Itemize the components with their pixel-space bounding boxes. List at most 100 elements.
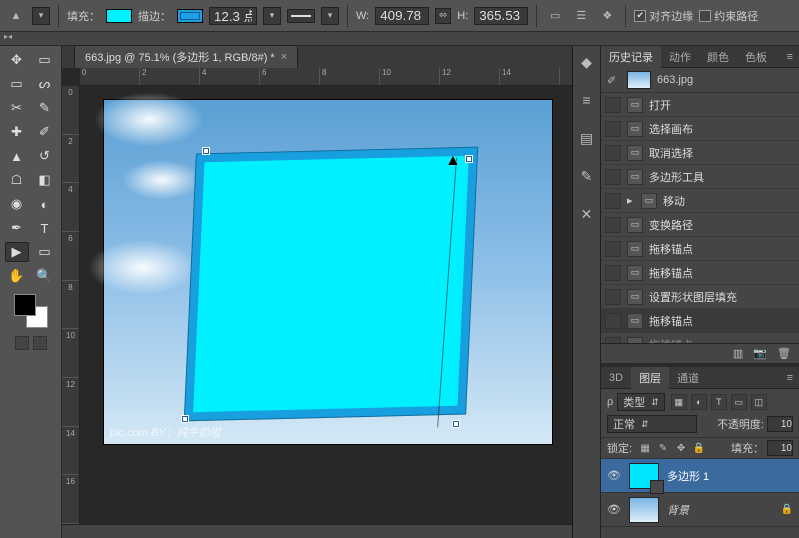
history-item[interactable]: ▭选择画布	[601, 117, 799, 141]
gradient-tool[interactable]: ◧	[33, 170, 57, 190]
lock-all-icon[interactable]: 🔒	[692, 441, 706, 455]
panel-menu-icon[interactable]: ≡	[781, 51, 799, 63]
stroke-style-dd[interactable]	[321, 7, 339, 25]
cursor-icon: ▲	[445, 152, 461, 170]
artboard-tool[interactable]: ▭	[33, 50, 57, 70]
blend-mode-dropdown[interactable]: 正常	[607, 415, 697, 433]
fill-opacity-field[interactable]	[767, 440, 793, 456]
tab-color[interactable]: 颜色	[699, 46, 737, 68]
polygon-shape[interactable]	[184, 147, 479, 422]
zoom-tool[interactable]: 🔍	[33, 266, 57, 286]
hand-tool[interactable]: ✋	[5, 266, 29, 286]
panel-icon[interactable]: ✕	[577, 204, 597, 224]
document-area: 663.jpg @ 75.1% (多边形 1, RGB/8#) *× 02468…	[62, 46, 573, 538]
history-item[interactable]: ▭变换路径	[601, 213, 799, 237]
panel-icon[interactable]: ≡	[577, 90, 597, 110]
visibility-icon[interactable]: 👁	[607, 503, 621, 516]
path-arrange-icon[interactable]: ❖	[597, 6, 617, 26]
width-field[interactable]	[375, 7, 429, 25]
stroke-width-dropdown[interactable]	[263, 7, 281, 25]
history-item[interactable]: ▭拖移锚点	[601, 333, 799, 343]
search-icon[interactable]: ρ	[607, 396, 613, 408]
stroke-width-field[interactable]	[209, 7, 257, 25]
path-select-tool[interactable]: ▶	[5, 242, 29, 262]
document-tab[interactable]: 663.jpg @ 75.1% (多边形 1, RGB/8#) *×	[74, 45, 298, 68]
canvas-viewport[interactable]: ▲ pic.com BY：纯牛奶啦	[80, 86, 572, 524]
constrain-path-checkbox[interactable]: 约束路径	[699, 8, 758, 24]
anchor-handle[interactable]	[182, 416, 188, 422]
path-ops-icon[interactable]: ▭	[545, 6, 565, 26]
history-item[interactable]: ▸▭移动	[601, 189, 799, 213]
link-wh-icon[interactable]: ⬄	[435, 8, 451, 24]
stroke-style-dropdown[interactable]	[287, 9, 315, 23]
visibility-icon[interactable]: 👁	[607, 469, 621, 482]
tab-layers[interactable]: 图层	[631, 367, 669, 389]
stamp-tool[interactable]: ▲	[5, 146, 29, 166]
stroke-swatch[interactable]	[177, 9, 203, 23]
tab-actions[interactable]: 动作	[661, 46, 699, 68]
layer-filter-kind-dropdown[interactable]: 类型	[617, 393, 665, 411]
quickmask-screenmode[interactable]	[15, 336, 47, 350]
history-item[interactable]: ▭拖移锚点	[601, 261, 799, 285]
layer-row[interactable]: 👁背景🔒	[601, 493, 799, 527]
new-doc-from-state-icon[interactable]: ▥	[733, 347, 743, 360]
align-edges-checkbox[interactable]: ✔对齐边缘	[634, 8, 693, 24]
canvas[interactable]: ▲ pic.com BY：纯牛奶啦	[104, 100, 552, 444]
history-item[interactable]: ▭设置形状图层填充	[601, 285, 799, 309]
filter-adjust-icon[interactable]: ◐	[691, 394, 707, 410]
layer-row[interactable]: 👁 多边形 1	[601, 459, 799, 493]
healing-tool[interactable]: ✚	[5, 122, 29, 142]
panel-icon[interactable]: ✎	[577, 166, 597, 186]
lock-image-icon[interactable]: ✎	[656, 441, 670, 455]
layer-list[interactable]: 👁多边形 1👁背景🔒	[601, 459, 799, 527]
pen-tool[interactable]: ✒	[5, 218, 29, 238]
layer-name[interactable]: 背景	[667, 502, 773, 518]
type-tool[interactable]: T	[33, 218, 57, 238]
close-icon[interactable]: ×	[281, 51, 287, 63]
snapshot-icon[interactable]: 📷	[753, 347, 767, 360]
brush-tool[interactable]: ✐	[33, 122, 57, 142]
foreground-background-swatch[interactable]	[14, 294, 48, 328]
tool-preset-dropdown[interactable]	[32, 7, 50, 25]
height-field[interactable]	[474, 7, 528, 25]
history-item[interactable]: ▭打开	[601, 93, 799, 117]
panel-icon[interactable]: ◆	[577, 52, 597, 72]
anchor-handle[interactable]	[203, 148, 209, 154]
options-expand-bar[interactable]: ▸◂	[0, 32, 799, 46]
history-list[interactable]: ▭打开▭选择画布▭取消选择▭多边形工具▸▭移动▭变换路径▭拖移锚点▭拖移锚点▭设…	[601, 93, 799, 343]
history-brush-tool[interactable]: ↺	[33, 146, 57, 166]
tab-3d[interactable]: 3D	[601, 369, 631, 387]
delete-icon[interactable]: 🗑	[777, 347, 791, 360]
filter-type-icon[interactable]: T	[711, 394, 727, 410]
shape-tool[interactable]: ▭	[33, 242, 57, 262]
filter-shape-icon[interactable]: ▭	[731, 394, 747, 410]
filter-smart-icon[interactable]: ◫	[751, 394, 767, 410]
crop-tool[interactable]: ✂	[5, 98, 29, 118]
marquee-tool[interactable]: ▭	[5, 74, 29, 94]
history-item[interactable]: ▭多边形工具	[601, 165, 799, 189]
history-item[interactable]: ▭拖移锚点	[601, 237, 799, 261]
filter-pixel-icon[interactable]: ▦	[671, 394, 687, 410]
anchor-handle[interactable]	[453, 421, 459, 427]
history-item[interactable]: ▭取消选择	[601, 141, 799, 165]
eyedropper-tool[interactable]: ✎	[33, 98, 57, 118]
lock-position-icon[interactable]: ✥	[674, 441, 688, 455]
blur-tool[interactable]: ◉	[5, 194, 29, 214]
panel-icon[interactable]: ▤	[577, 128, 597, 148]
anchor-handle[interactable]	[466, 156, 472, 162]
history-item[interactable]: ▭拖移锚点	[601, 309, 799, 333]
fill-swatch[interactable]	[106, 9, 132, 23]
lock-transparent-icon[interactable]: ▦	[638, 441, 652, 455]
tab-channels[interactable]: 通道	[669, 367, 707, 389]
eraser-tool[interactable]: ☖	[5, 170, 29, 190]
dodge-tool[interactable]: ◐	[33, 194, 57, 214]
layer-name[interactable]: 多边形 1	[667, 468, 793, 484]
tab-history[interactable]: 历史记录	[601, 46, 661, 68]
path-align-icon[interactable]: ☰	[571, 6, 591, 26]
history-snapshot-row[interactable]: ✐ 663.jpg	[601, 68, 799, 93]
panel-menu-icon[interactable]: ≡	[781, 372, 799, 384]
move-tool[interactable]: ✥	[5, 50, 29, 70]
lasso-tool[interactable]: ᔕ	[33, 74, 57, 94]
tab-swatches[interactable]: 色板	[737, 46, 775, 68]
opacity-field[interactable]	[767, 416, 793, 432]
